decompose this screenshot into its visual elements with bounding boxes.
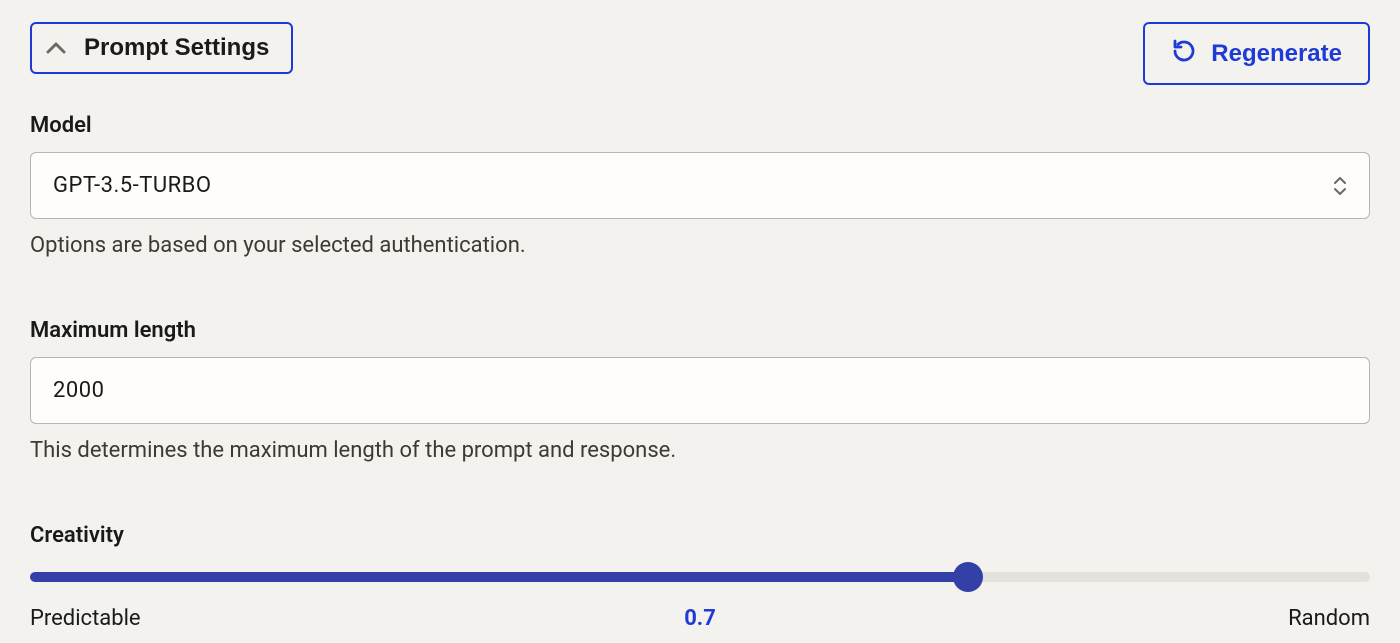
chevron-up-icon [46, 41, 66, 55]
updown-icon [1333, 177, 1347, 195]
regenerate-label: Regenerate [1211, 42, 1342, 66]
creativity-value: 0.7 [684, 606, 716, 631]
creativity-slider[interactable] [30, 562, 1370, 592]
max-length-input[interactable]: 2000 [30, 357, 1370, 424]
creativity-max-label: Random [1288, 606, 1370, 631]
creativity-label: Creativity [30, 523, 1370, 548]
model-help-text: Options are based on your selected authe… [30, 233, 1370, 258]
prompt-settings-label: Prompt Settings [84, 36, 269, 60]
model-value: GPT-3.5-TURBO [53, 173, 211, 198]
regenerate-button[interactable]: Regenerate [1143, 22, 1370, 85]
creativity-min-label: Predictable [30, 606, 141, 631]
model-select[interactable]: GPT-3.5-TURBO [30, 152, 1370, 219]
max-length-help-text: This determines the maximum length of th… [30, 438, 1370, 463]
refresh-icon [1171, 38, 1197, 69]
prompt-settings-toggle[interactable]: Prompt Settings [30, 22, 293, 74]
max-length-value: 2000 [53, 378, 104, 403]
slider-fill [30, 572, 968, 582]
slider-thumb[interactable] [953, 562, 983, 592]
model-label: Model [30, 113, 1370, 138]
max-length-label: Maximum length [30, 318, 1370, 343]
